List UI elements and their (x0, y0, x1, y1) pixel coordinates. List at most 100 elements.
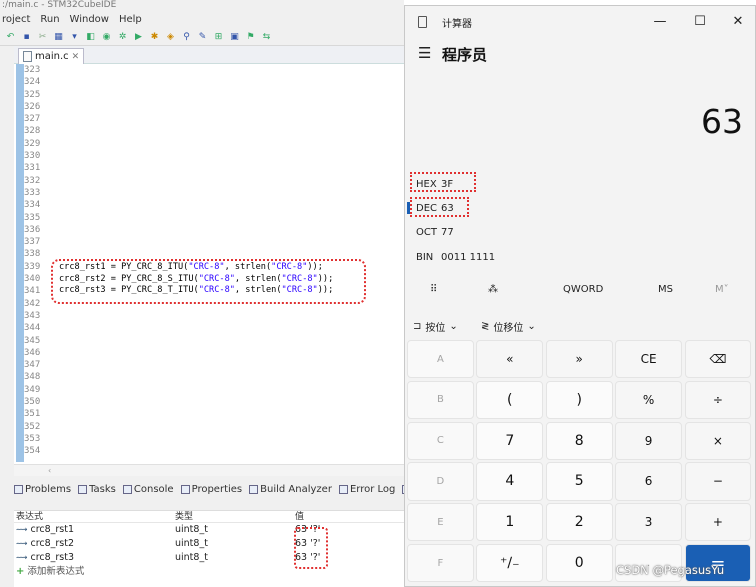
line-number: 346 (24, 347, 41, 358)
radix-bin[interactable]: BIN 0011 1111 (405, 247, 755, 267)
menu-project[interactable]: roject (2, 12, 30, 28)
menu-run[interactable]: Run (40, 12, 59, 28)
add-expression-label: 添加新表达式 (27, 566, 85, 577)
memory-store-button[interactable]: MS (658, 284, 673, 295)
key-4-2[interactable]: 2 (545, 503, 613, 542)
key-2-1[interactable]: 7 (476, 421, 544, 460)
minimize-icon[interactable]: — (649, 12, 671, 32)
memory-view-button[interactable]: M˅ (715, 284, 729, 295)
line-number: 336 (24, 224, 41, 235)
run-icon[interactable]: ▶ (132, 31, 145, 43)
menu-help[interactable]: Help (119, 12, 142, 28)
col-value[interactable]: 值 (291, 511, 401, 522)
pin-icon[interactable]: ⚑ (244, 31, 257, 43)
tab-error-log[interactable]: Error Log (338, 484, 395, 495)
key-0-1[interactable]: « (476, 340, 544, 379)
expr-type: uint8_t (175, 524, 208, 535)
horizontal-scrollbar[interactable]: ‹ (14, 464, 404, 476)
tab-main-c[interactable]: main.c ✕ (18, 48, 85, 64)
key-2-4[interactable]: × (684, 421, 752, 460)
line-number: 345 (24, 335, 41, 346)
menu-window[interactable]: Window (70, 12, 109, 28)
undo-icon[interactable]: ↶ (4, 31, 17, 43)
save-icon[interactable]: ▪ (20, 31, 33, 43)
pencil-icon[interactable]: ✎ (196, 31, 209, 43)
key-1-4[interactable]: ÷ (684, 380, 752, 419)
cut-icon[interactable]: ✂ (36, 31, 49, 43)
bitwise-icon: ⊐ (413, 320, 422, 332)
col-type[interactable]: 类型 (171, 511, 291, 522)
key-2-2[interactable]: 8 (545, 421, 613, 460)
line-number: 334 (24, 200, 41, 211)
tab-problems[interactable]: Problems (14, 484, 71, 495)
key-3-4[interactable]: − (684, 462, 752, 501)
key-0-3[interactable]: CE (615, 340, 682, 379)
col-expression[interactable]: 表达式 (14, 511, 171, 522)
keypad-icon[interactable]: ⠿ (430, 284, 437, 295)
line-number: 325 (24, 89, 41, 100)
tag-icon[interactable]: ⊞ (212, 31, 225, 43)
build-icon[interactable]: ▦ (52, 31, 65, 43)
debug-icon[interactable]: ▾ (68, 31, 81, 43)
key-2-0[interactable]: C (407, 421, 474, 460)
close-icon[interactable]: ✕ (727, 12, 749, 32)
ide-toolbar: ↶ ▪ ✂ ▦ ▾ ◧ ◉ ✲ ▶ ✱ ◈ ⚲ ✎ ⊞ ▣ ⚑ ⇆ (0, 28, 404, 46)
bottom-panel-tabs: Problems Tasks Console Properties Build … (14, 480, 404, 498)
key-0-0[interactable]: A (407, 340, 474, 379)
file-icon (23, 51, 32, 62)
package-icon[interactable]: ◈ (164, 31, 177, 43)
nav-icon[interactable]: ⇆ (260, 31, 273, 43)
bit-toggle-icon[interactable]: ⁂ (488, 284, 498, 295)
bitwise-dropdown[interactable]: ⊐ 按位 ⌄ (413, 319, 458, 334)
bitshift-dropdown[interactable]: ≷ 位移位 ⌄ (481, 319, 536, 334)
radix-oct[interactable]: OCT 77 (405, 222, 755, 242)
key-3-0[interactable]: D (407, 462, 474, 501)
line-number: 327 (24, 114, 41, 125)
key-3-3[interactable]: 6 (615, 462, 682, 501)
debug-bug-icon[interactable]: ✱ (148, 31, 161, 43)
table-row[interactable]: ⟿ crc8_rst3 uint8_t 63 '?' (14, 551, 404, 565)
key-0-4[interactable]: ⌫ (684, 340, 752, 379)
key-1-2[interactable]: ) (545, 380, 613, 419)
line-number: 329 (24, 138, 41, 149)
key-4-0[interactable]: E (407, 503, 474, 542)
key-5-0[interactable]: F (407, 543, 474, 583)
table-row[interactable]: ⟿ crc8_rst1 uint8_t 63 '?' (14, 523, 404, 537)
menu-icon[interactable]: ☰ (418, 44, 431, 62)
word-size-button[interactable]: QWORD (563, 284, 603, 295)
key-0-2[interactable]: » (545, 340, 613, 379)
key-1-3[interactable]: % (615, 380, 682, 419)
key-4-1[interactable]: 1 (476, 503, 544, 542)
calc-keypad: A «» CE ⌫ B()% ÷ C 7 8 9 × D 4 5 6− E 1 2 3 + F ⁺∕₋ 0. = (407, 340, 753, 584)
panel-icon[interactable]: ▣ (228, 31, 241, 43)
console-icon (122, 484, 132, 494)
external-icon[interactable]: ✲ (116, 31, 129, 43)
chevron-down-icon: ⌄ (449, 320, 458, 332)
line-number: 347 (24, 360, 41, 371)
key-5-2[interactable]: 0 (545, 543, 613, 583)
expr-name: crc8_rst1 (30, 524, 75, 535)
tab-properties[interactable]: Properties (180, 484, 242, 495)
key-4-4[interactable]: + (684, 503, 752, 542)
tab-build-analyzer[interactable]: Build Analyzer (249, 484, 332, 495)
screenshot: :/main.c - STM32CubeIDE roject Run Windo… (0, 0, 756, 587)
table-row[interactable]: ⟿ crc8_rst2 uint8_t 63 '?' (14, 537, 404, 551)
key-1-0[interactable]: B (407, 380, 474, 419)
new-icon[interactable]: ◧ (84, 31, 97, 43)
key-3-2[interactable]: 5 (545, 462, 613, 501)
calc-shiftbar: ⊐ 按位 ⌄ ≷ 位移位 ⌄ (405, 314, 755, 338)
tab-console[interactable]: Console (122, 484, 174, 495)
key-5-1[interactable]: ⁺∕₋ (476, 543, 544, 583)
line-number: 335 (24, 212, 41, 223)
key-4-3[interactable]: 3 (615, 503, 682, 542)
key-2-3[interactable]: 9 (615, 421, 682, 460)
search-icon[interactable]: ⚲ (180, 31, 193, 43)
maximize-icon[interactable]: ☐ (689, 12, 711, 32)
close-icon[interactable]: ✕ (72, 52, 80, 62)
refresh-icon[interactable]: ◉ (100, 31, 113, 43)
key-3-1[interactable]: 4 (476, 462, 544, 501)
add-expression-row[interactable]: + 添加新表达式 (14, 565, 404, 579)
tab-tasks[interactable]: Tasks (78, 484, 116, 495)
line-number: 333 (24, 187, 41, 198)
key-1-1[interactable]: ( (476, 380, 544, 419)
